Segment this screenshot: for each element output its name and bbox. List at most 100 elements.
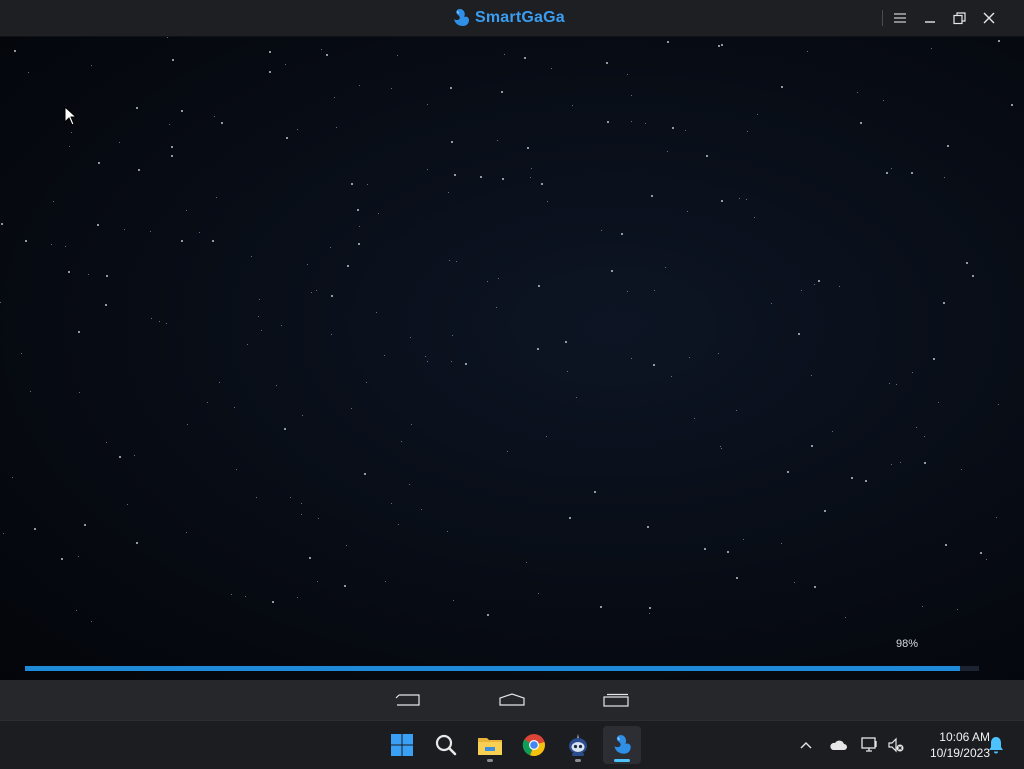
star [221, 122, 223, 124]
star [889, 383, 890, 384]
star [427, 169, 428, 170]
running-indicator [575, 759, 581, 762]
star [301, 514, 302, 515]
star [286, 137, 288, 139]
chevron-up-icon[interactable] [796, 735, 816, 755]
file-explorer-icon[interactable] [471, 726, 509, 764]
star [290, 497, 291, 498]
star [945, 544, 947, 546]
star [166, 323, 167, 324]
star [34, 528, 36, 530]
star [972, 275, 974, 277]
star [302, 415, 303, 416]
network-icon[interactable] [860, 735, 880, 755]
star [704, 548, 706, 550]
star [76, 610, 77, 611]
star [565, 341, 567, 343]
star [216, 197, 217, 198]
android-navigation-bar [0, 680, 1024, 720]
star [297, 129, 298, 130]
star [865, 480, 867, 482]
star [883, 100, 884, 101]
star [1, 223, 3, 225]
hamburger-menu-icon[interactable] [889, 8, 911, 28]
star [526, 562, 527, 563]
back-icon[interactable] [391, 690, 425, 710]
star [309, 557, 311, 559]
star [366, 382, 367, 383]
star [347, 265, 349, 267]
search-icon[interactable] [427, 726, 465, 764]
close-icon[interactable] [978, 8, 1000, 28]
restore-icon[interactable] [948, 8, 970, 28]
star [150, 231, 151, 232]
star [301, 503, 302, 504]
star [739, 198, 740, 199]
star [391, 88, 392, 89]
smartgaga-icon[interactable] [603, 726, 641, 764]
star [631, 121, 632, 122]
windows-start-icon[interactable] [383, 726, 421, 764]
recent-apps-icon[interactable] [599, 690, 633, 710]
star [247, 344, 248, 345]
star [79, 392, 80, 393]
star [245, 596, 246, 597]
star [654, 290, 655, 291]
star [781, 86, 783, 88]
star [71, 132, 72, 133]
star [351, 183, 353, 185]
star [851, 477, 853, 479]
star [551, 68, 552, 69]
star [281, 325, 282, 326]
progress-percent-label: 98% [896, 638, 919, 650]
star [330, 247, 331, 248]
robot-app-icon[interactable] [559, 726, 597, 764]
star [391, 503, 392, 504]
star [706, 155, 708, 157]
star [259, 299, 260, 300]
star [51, 244, 52, 245]
star [601, 230, 602, 231]
onedrive-cloud-icon[interactable] [828, 735, 848, 755]
star [151, 318, 152, 319]
star [721, 200, 723, 202]
window-title-bar[interactable]: SmartGaGa [0, 0, 1024, 37]
star [665, 267, 666, 268]
star [916, 427, 917, 428]
star [671, 376, 672, 377]
home-icon[interactable] [495, 690, 529, 710]
progress-bar-fill [25, 666, 960, 671]
star [98, 162, 100, 164]
star [449, 260, 450, 261]
star [169, 124, 170, 125]
star [771, 303, 772, 304]
star [448, 192, 449, 193]
star [611, 270, 613, 272]
star [427, 361, 428, 362]
system-clock[interactable]: 10:06 AM 10/19/2023 [912, 729, 990, 761]
star [119, 456, 121, 458]
star [527, 147, 529, 149]
notification-bell-icon[interactable] [986, 735, 1006, 755]
star [498, 278, 499, 279]
star [207, 402, 208, 403]
chrome-icon[interactable] [515, 726, 553, 764]
active-indicator [614, 759, 630, 762]
star [199, 232, 200, 233]
minimize-icon[interactable] [919, 8, 941, 28]
star [106, 442, 107, 443]
star [931, 48, 932, 49]
clock-time: 10:06 AM [939, 730, 990, 744]
star [667, 151, 668, 152]
star [781, 543, 782, 544]
star [359, 226, 360, 227]
star [957, 609, 958, 610]
volume-muted-icon[interactable] [886, 735, 906, 755]
star [331, 334, 332, 335]
star [336, 127, 337, 128]
star [181, 240, 183, 242]
star [998, 404, 999, 405]
app-title: SmartGaGa [475, 9, 565, 26]
star [839, 286, 840, 287]
star [359, 85, 360, 86]
